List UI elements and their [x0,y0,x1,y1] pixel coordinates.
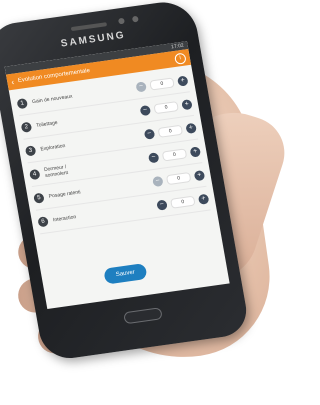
item-number: 4 [28,168,41,180]
minus-button[interactable]: − [143,128,156,140]
item-label: Toilettage [35,119,59,129]
counter-value: 0 [161,147,188,162]
item-label: Dormeur / somnolent [43,163,69,179]
item-number: 3 [24,144,37,157]
status-time: 17:02 [170,42,185,51]
phone-screen: 17:02 ‹ Evolution comportementale i 1 Ga… [4,41,230,310]
counter-value: 0 [169,195,196,209]
item-label: Interaction [52,213,77,223]
minus-button[interactable]: − [135,80,147,93]
item-label: Posage ralenti [48,188,81,200]
item-number: 5 [33,192,45,204]
plus-button[interactable]: + [181,98,193,110]
minus-button[interactable]: − [156,198,168,211]
counter-value: 0 [149,76,175,91]
item-number: 2 [20,121,33,133]
sensor-icon [131,15,139,23]
save-button[interactable]: Sauver [103,263,148,285]
item-number: 1 [16,97,29,109]
counter-value: 0 [165,171,192,185]
earpiece-speaker [70,22,108,32]
front-camera-icon [117,17,125,25]
plus-button[interactable]: + [185,122,197,134]
plus-button[interactable]: + [189,145,202,158]
plus-button[interactable]: + [197,193,210,205]
counter-value: 0 [157,124,184,138]
plus-button[interactable]: + [193,169,206,181]
minus-button[interactable]: − [147,151,160,163]
smartphone: SAMSUNG 17:02 ‹ Evolution comportemental… [0,0,251,362]
item-label: Gain de nouveaux [31,93,73,105]
back-arrow-icon[interactable]: ‹ [11,77,15,86]
home-button[interactable] [123,307,163,325]
item-label: Exploration [39,142,66,152]
minus-button[interactable]: − [139,104,152,116]
minus-button[interactable]: − [151,175,164,187]
counter-value: 0 [153,100,179,114]
item-number: 6 [37,215,49,227]
behavior-list: 1 Gain de nouveaux − 0 + 2 Toilettage − … [9,65,217,235]
plus-button[interactable]: + [176,74,189,87]
info-icon[interactable]: i [173,52,187,65]
